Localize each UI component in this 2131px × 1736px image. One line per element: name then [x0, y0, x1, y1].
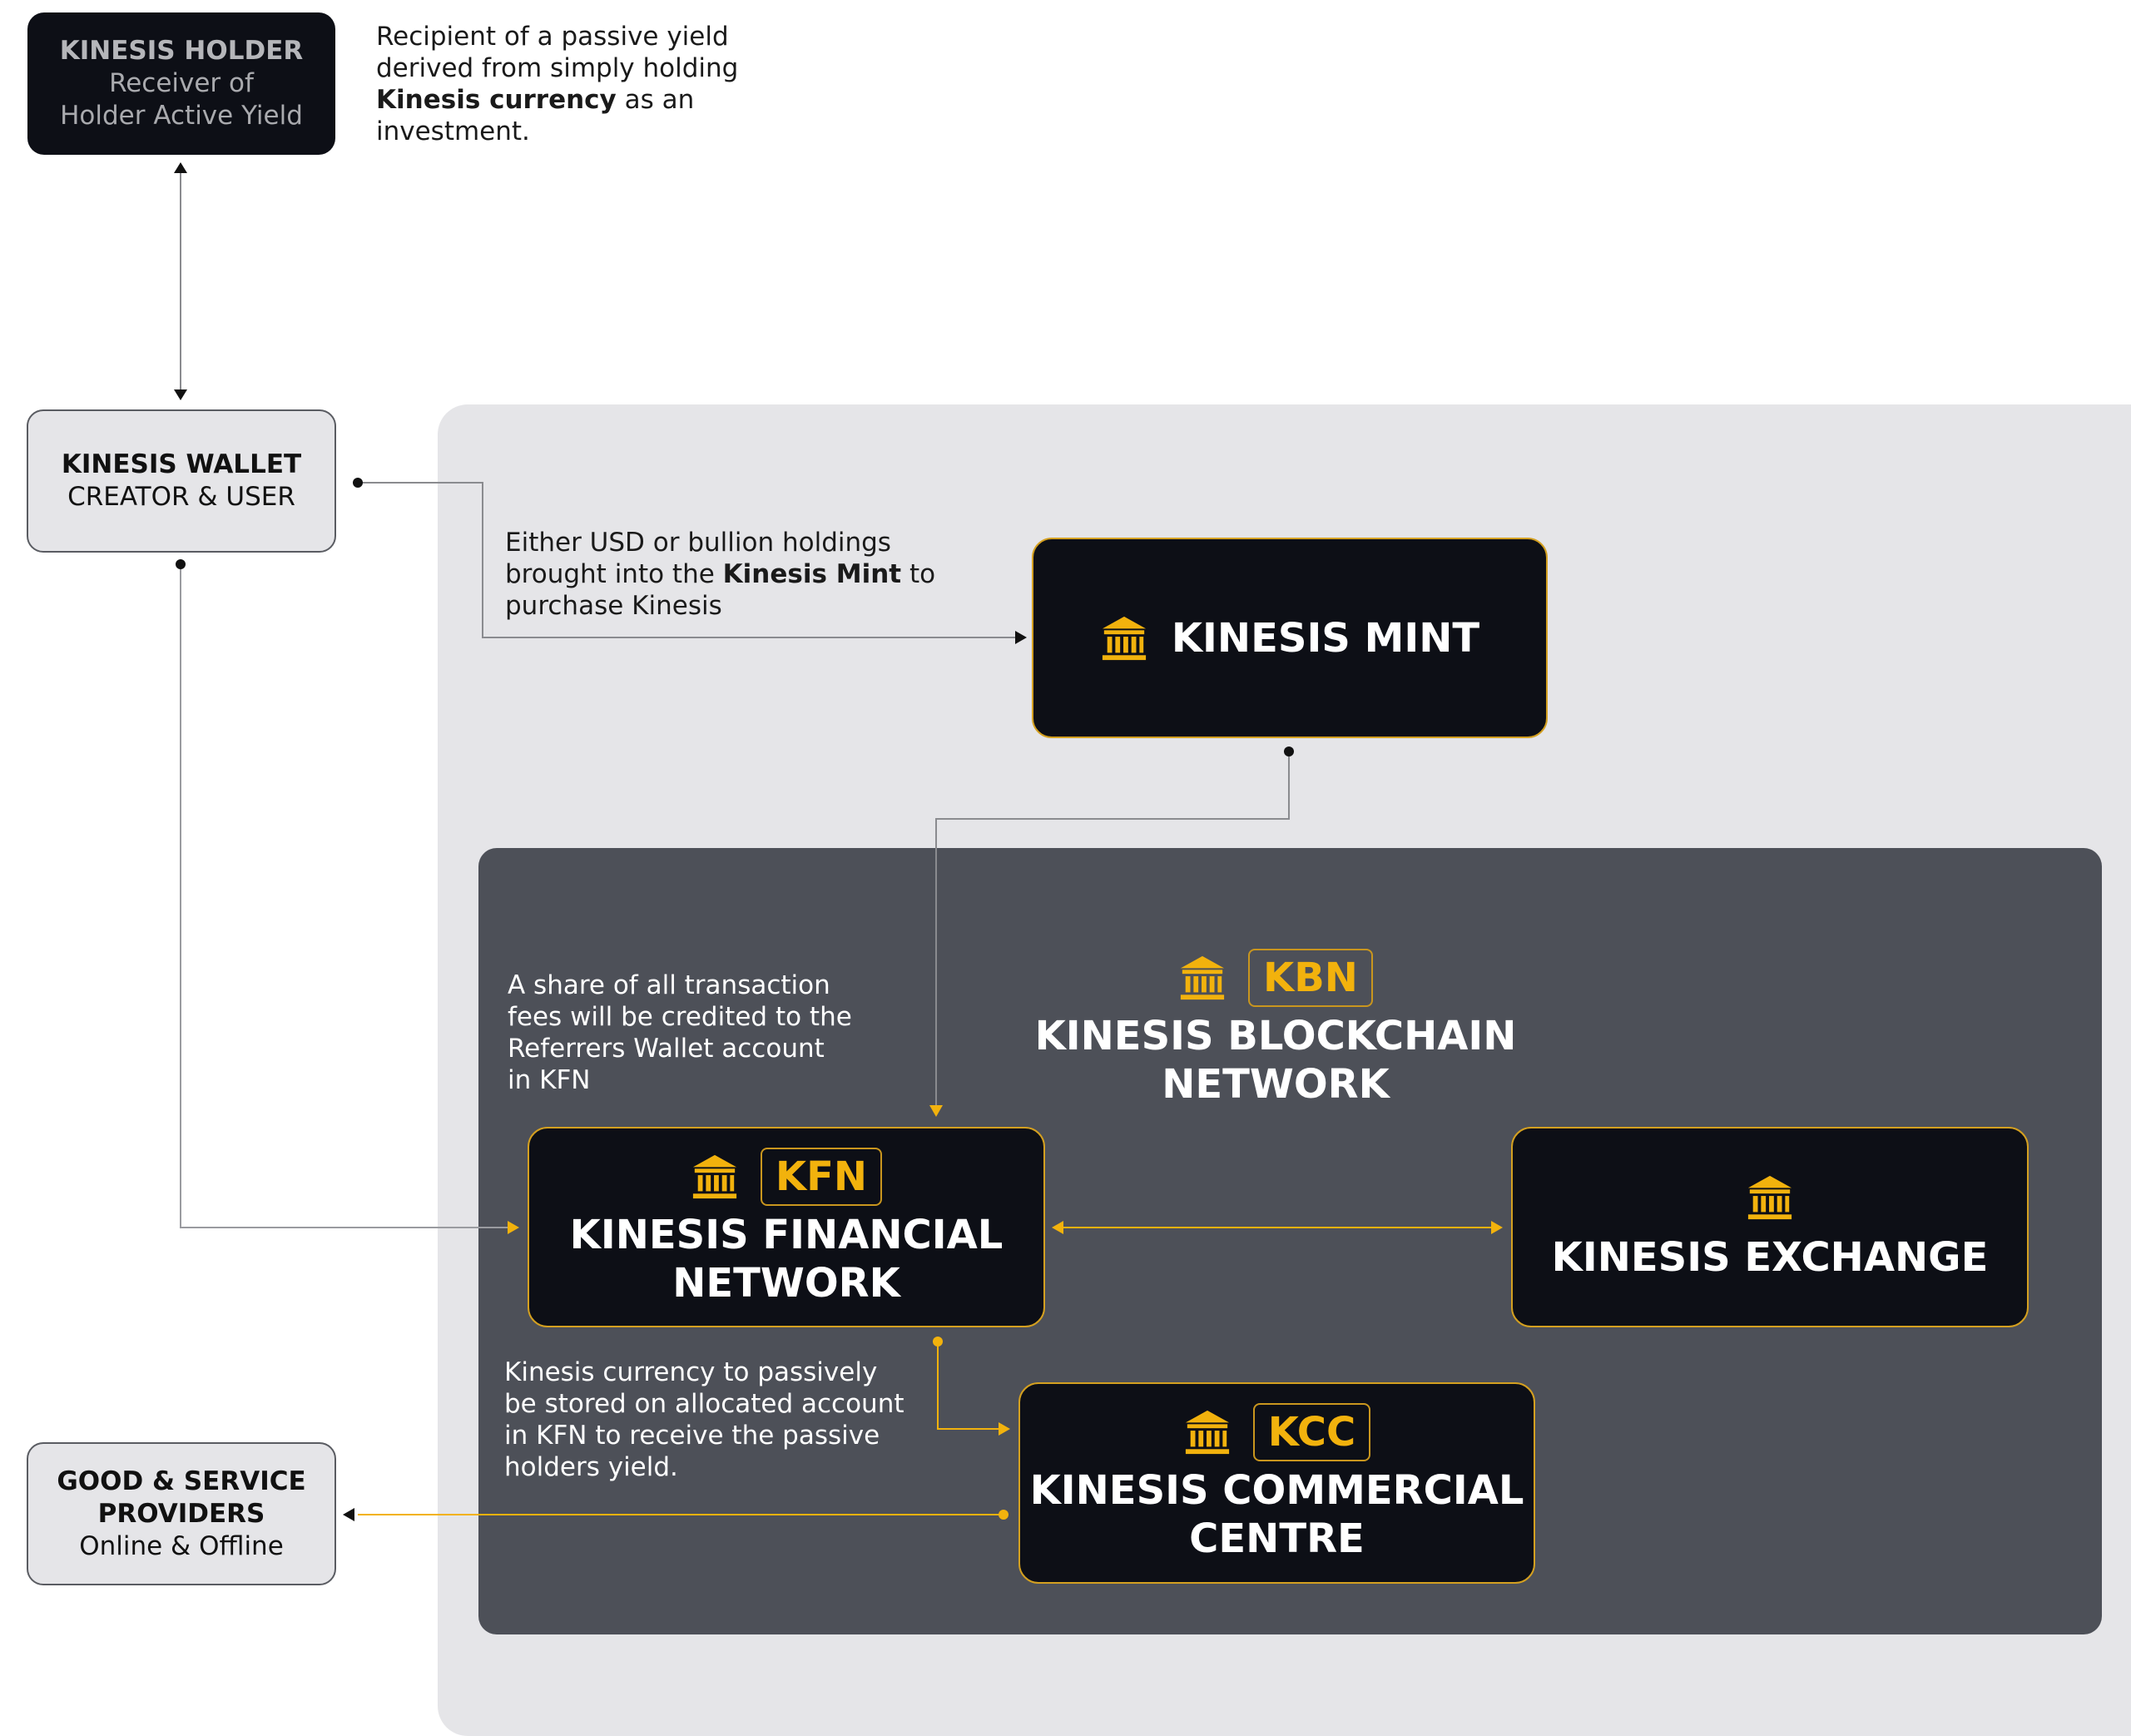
providers-line-1: GOOD & SERVICE: [57, 1466, 306, 1496]
kfn-badge-row: KFN: [691, 1147, 883, 1206]
mint-note: Either USD or bullion holdings brought i…: [505, 527, 935, 622]
kfn-line-2: NETWORK: [672, 1259, 900, 1307]
wallet-subtitle: CREATOR & USER: [67, 482, 295, 512]
providers-box: GOOD & SERVICE PROVIDERS Online & Offlin…: [27, 1442, 336, 1585]
kinesis-exchange-box: KINESIS EXCHANGE: [1511, 1127, 2029, 1327]
holder-note-line-3-rest: as an: [616, 85, 695, 115]
holder-title: KINESIS HOLDER: [59, 36, 304, 66]
storage-note-line-1: Kinesis currency to passively: [504, 1357, 878, 1387]
fees-note-line-4: in KFN: [508, 1065, 591, 1095]
mint-note-line-2-pre: brought into the: [505, 559, 723, 589]
storage-note-line-2: be stored on allocated account: [504, 1389, 904, 1419]
arrowhead-up-holder: [174, 162, 187, 173]
bank-icon: [1180, 955, 1225, 1000]
storage-note-line-3: in KFN to receive the passive: [504, 1421, 880, 1451]
storage-note: Kinesis currency to passively be stored …: [504, 1357, 904, 1483]
kfn-line-1: KINESIS FINANCIAL: [569, 1211, 1004, 1258]
fees-note-line-3: Referrers Wallet account: [508, 1034, 825, 1064]
bank-icon: [1102, 616, 1146, 660]
kinesis-holder-box: KINESIS HOLDER Receiver of Holder Active…: [27, 12, 335, 155]
kbn-line-1: KINESIS BLOCKCHAIN: [1034, 1013, 1517, 1059]
kinesis-wallet-box: KINESIS WALLET CREATOR & USER: [27, 409, 336, 553]
mint-note-line-2: brought into the Kinesis Mint to: [505, 558, 935, 590]
kbn-line-2: NETWORK: [1162, 1061, 1390, 1108]
exchange-title: KINESIS EXCHANGE: [1551, 1233, 1989, 1281]
kcc-line-1: KINESIS COMMERCIAL: [1029, 1467, 1524, 1514]
holder-note-bold: Kinesis currency: [376, 85, 617, 115]
kinesis-mint-box: KINESIS MINT: [1032, 538, 1548, 738]
wallet-title: KINESIS WALLET: [61, 449, 302, 479]
arrowhead-down-wallet: [174, 389, 187, 400]
kfn-badge: KFN: [760, 1147, 883, 1206]
holder-note-line-2: derived from simply holding: [376, 53, 739, 83]
holder-note-line-4: investment.: [376, 117, 530, 146]
kbn-badge-row: KBN: [1178, 949, 1373, 1007]
mint-note-line-1: Either USD or bullion holdings: [505, 528, 891, 558]
mint-note-line-2-post: to: [901, 559, 936, 589]
kcc-badge-row: KCC: [1183, 1403, 1371, 1461]
connector-dot-wallet-bottom: [176, 559, 186, 569]
bank-icon: [692, 1154, 737, 1198]
fees-note-line-2: fees will be credited to the: [508, 1002, 852, 1032]
fees-note: A share of all transaction fees will be …: [508, 970, 852, 1096]
holder-note-line-1: Recipient of a passive yield: [376, 22, 729, 52]
storage-note-line-4: holders yield.: [504, 1452, 678, 1482]
kcc-line-2: CENTRE: [1189, 1515, 1365, 1562]
kbn-label: KBN KINESIS BLOCKCHAIN NETWORK: [1026, 949, 1525, 1109]
fees-note-line-1: A share of all transaction: [508, 970, 830, 1000]
mint-title: KINESIS MINT: [1171, 614, 1480, 662]
holder-line-2: Holder Active Yield: [60, 101, 303, 131]
bank-icon: [1747, 1175, 1792, 1219]
holder-note: Recipient of a passive yield derived fro…: [376, 21, 738, 147]
kcc-badge: KCC: [1252, 1403, 1371, 1461]
providers-line-3: Online & Offline: [79, 1530, 284, 1561]
mint-note-line-3: purchase Kinesis: [505, 591, 722, 621]
connector-dot-wallet: [353, 478, 363, 488]
kfn-box: KFN KINESIS FINANCIAL NETWORK: [528, 1127, 1045, 1327]
kcc-box: KCC KINESIS COMMERCIAL CENTRE: [1018, 1382, 1535, 1584]
holder-line-1: Receiver of: [109, 68, 254, 98]
arrowhead-providers: [343, 1508, 354, 1521]
holder-note-line-3: Kinesis currency as an: [376, 84, 738, 116]
kbn-badge: KBN: [1248, 949, 1373, 1007]
bank-icon: [1185, 1410, 1229, 1455]
providers-line-2: PROVIDERS: [97, 1498, 265, 1529]
mint-note-bold: Kinesis Mint: [722, 559, 902, 589]
